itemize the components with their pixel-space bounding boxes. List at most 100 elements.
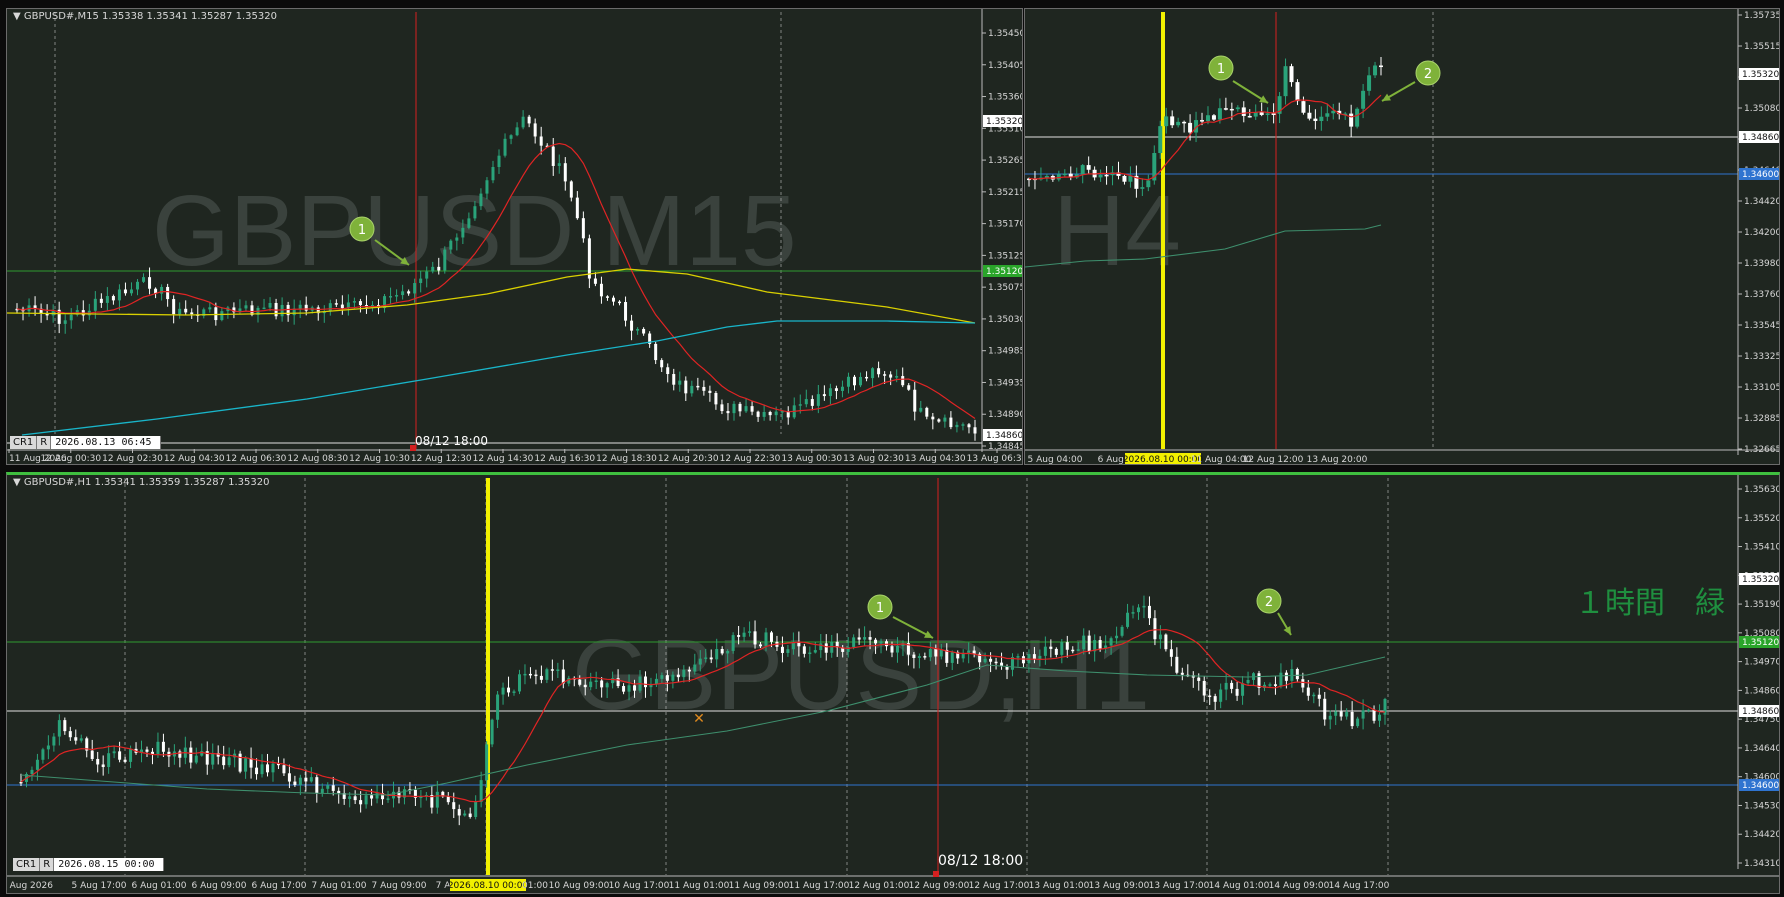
candle-body — [545, 669, 549, 680]
cursor-datetime: 2026.08.13 06:45 — [51, 436, 161, 449]
candle-body — [1235, 688, 1239, 696]
candle-body — [774, 411, 778, 416]
price-chart[interactable]: 1 2 1.35735 1.35515 1.35320 1.35080 1.34860 1.3… — [1025, 9, 1779, 464]
candle-body — [99, 298, 103, 303]
white-line-price-tag: 1.34860 — [1742, 133, 1779, 143]
collapse-triangle-icon[interactable]: ▼ — [13, 11, 21, 22]
candle-body — [375, 793, 379, 799]
cross-marker-icon[interactable]: ✕ — [693, 711, 705, 727]
candle-body — [1120, 626, 1124, 636]
candle-body — [1211, 115, 1216, 120]
candle-body — [804, 399, 808, 405]
time-tick-label: 12 Aug 12:30 — [411, 454, 472, 464]
candle-body — [813, 650, 817, 653]
candle-body — [654, 343, 658, 361]
chart-window-m15[interactable]: GBPUSD M15 1 1.35450 1.35405 1.35360 1.35310… — [6, 8, 1023, 465]
candle-body — [161, 741, 165, 752]
time-tick-label: 12 Aug 06:30 — [226, 454, 287, 464]
candle-body — [497, 155, 501, 168]
candle-body — [304, 304, 308, 311]
candle-body — [1259, 112, 1264, 115]
candle-body — [96, 758, 100, 765]
r-tag[interactable]: R — [37, 436, 52, 449]
price-chart[interactable]: 11.354501.354051.353601.353101.352651.35… — [7, 9, 1022, 464]
price-chart[interactable]: 1 2 ✕ 1.35630 1.35520 1.35410 1.35320 1.35190 1.… — [7, 475, 1779, 893]
moving-average-cyan — [21, 320, 976, 436]
chart-window-h4[interactable]: H4 121.357351.355151.353201.350801.34860… — [1024, 8, 1780, 465]
candle-body — [890, 646, 894, 653]
time-tick-label: 12 Aug 18:30 — [596, 454, 657, 464]
price-tick-label: 1.33980 — [1744, 259, 1779, 269]
price-tick-label: 1.35125 — [988, 251, 1022, 261]
candle-body — [298, 777, 302, 785]
candle-body — [624, 302, 628, 321]
price-tick-label: 1.34310 — [1744, 859, 1779, 869]
price-tick-label: 1.35735 — [1744, 11, 1779, 21]
candle-body — [720, 648, 724, 654]
status-bar: CR1 R 2026.08.15 00:00 — [13, 858, 164, 871]
price-tick-label: 1.34530 — [1744, 801, 1779, 811]
candle-body — [828, 388, 832, 397]
time-tick-label: 7 Aug 09:00 — [372, 881, 427, 891]
collapse-triangle-icon[interactable]: ▼ — [13, 477, 21, 488]
candle-body — [1062, 173, 1067, 176]
candle-body — [931, 416, 935, 420]
candle-body — [1361, 90, 1366, 109]
vline-anchor-icon[interactable] — [933, 871, 939, 877]
price-tick-label: 1.35520 — [1744, 514, 1779, 524]
candle-body — [1098, 640, 1102, 649]
candle-body — [353, 796, 357, 801]
chart-window-h1[interactable]: GBPUSD,H1 12✕1.356301.355201.354101.3532… — [6, 472, 1780, 894]
time-tick-label: 12 Aug 17:00 — [969, 881, 1030, 891]
candle-body — [830, 641, 834, 653]
candle-body — [696, 385, 700, 388]
candle-body — [759, 644, 763, 647]
candle-body — [943, 417, 947, 422]
cr1-tag[interactable]: CR1 — [13, 858, 41, 871]
r-tag[interactable]: R — [40, 858, 55, 871]
cr1-tag[interactable]: CR1 — [10, 436, 38, 449]
candle-body — [704, 657, 708, 659]
candle-body — [879, 641, 883, 644]
candle-body — [1295, 82, 1300, 102]
candle-body — [539, 136, 543, 146]
candle-body — [973, 427, 977, 434]
chart-header: ▼ GBPUSD#,H1 1.35341 1.35359 1.35287 1.3… — [13, 477, 269, 488]
candle-body — [852, 637, 856, 647]
candle-body — [1087, 635, 1091, 652]
symbol-ohlc-text: GBPUSD#,M15 1.35338 1.35341 1.35287 1.35… — [23, 11, 277, 22]
candle-body — [271, 763, 275, 773]
price-tick-label: 1.35030 — [988, 315, 1022, 325]
time-tick-label: 5 Aug 17:00 — [72, 881, 127, 891]
candle-body — [768, 411, 772, 416]
candle-body — [551, 146, 555, 166]
candle-body — [359, 800, 363, 805]
blue-line-price-tag: 1.34600 — [1742, 170, 1779, 180]
candle-body — [1378, 714, 1382, 721]
candle-body — [726, 650, 730, 654]
candle-body — [660, 675, 664, 679]
candle-body — [714, 392, 718, 405]
candle-body — [501, 687, 505, 695]
candle-body — [798, 404, 802, 406]
time-tick-label: 12 Aug 09:00 — [909, 881, 970, 891]
candle-body — [473, 206, 477, 219]
green-line-price-tag: 1.35120 — [986, 267, 1022, 277]
candle-body — [452, 802, 456, 810]
candle-body — [227, 757, 231, 766]
candle-body — [1224, 682, 1228, 690]
candle-body — [30, 769, 34, 775]
vline-time-label: 08/12 18:00 — [415, 434, 488, 448]
candle-body — [1126, 612, 1130, 627]
candle-body — [913, 389, 917, 412]
candle-body — [238, 753, 242, 772]
candle-body — [474, 801, 478, 817]
candle-body — [446, 796, 450, 803]
price-tick-label: 1.34890 — [988, 410, 1022, 420]
candle-body — [810, 399, 814, 406]
status-bar: CR1 R 2026.08.13 06:45 — [10, 436, 161, 449]
candle-body — [1268, 684, 1272, 686]
current-price-tag: 1.35320 — [986, 117, 1022, 127]
candle-body — [457, 809, 461, 816]
candle-body — [1246, 679, 1250, 684]
